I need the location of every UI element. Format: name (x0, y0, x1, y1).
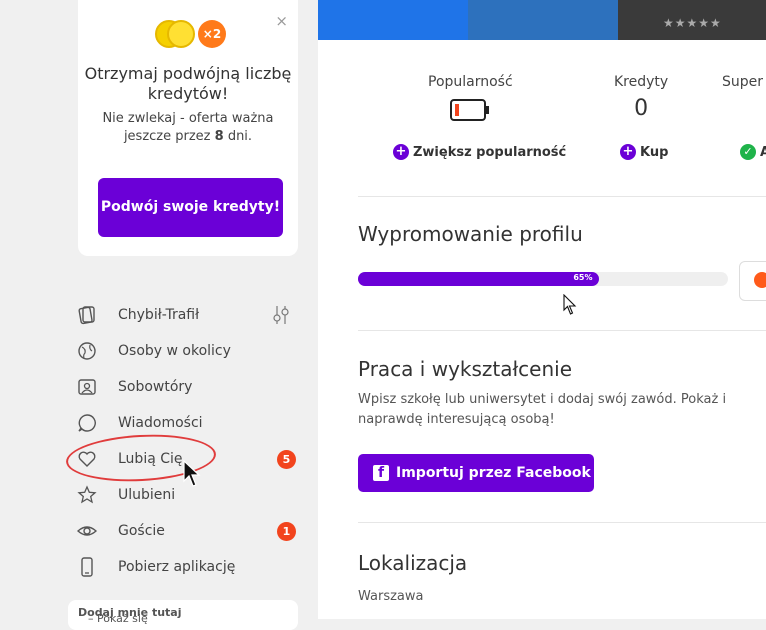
notification-badge: 5 (277, 450, 296, 469)
double-credits-button[interactable]: Podwój swoje kredyty! (98, 178, 283, 237)
divider (358, 196, 766, 197)
add-me-here-text: Dodaj mnie tutaj – Pokaż się (78, 606, 181, 625)
flame-icon (754, 272, 766, 288)
plus-icon: + (620, 144, 636, 160)
work-description: Wpisz szkołę lub uniwersytet i dodaj swó… (358, 392, 727, 427)
sidebar-item-messages[interactable]: Wiadomości (76, 405, 306, 441)
cards-icon (76, 304, 98, 326)
profile-main: ★★★★★ Popularność Kredyty 0 Super + Zwię… (318, 0, 766, 619)
buy-label: Kup (640, 144, 669, 160)
super-label: Super (722, 74, 764, 90)
sidebar-item-label: Goście (118, 523, 165, 539)
plus-icon: + (393, 144, 409, 160)
promo-desc-suffix: dni. (227, 129, 253, 144)
sidebar-item-label: Ulubieni (118, 487, 176, 503)
sidebar-item-label: Wiadomości (118, 415, 203, 431)
buy-credits-link[interactable]: + Kup (620, 144, 668, 160)
credits-value: 0 (634, 96, 649, 121)
promo-card: × ×2 Otrzymaj podwójną liczbę kredytów! … (78, 0, 298, 256)
add-me-here-card[interactable]: Dodaj mnie tutaj – Pokaż się (68, 600, 298, 630)
increase-popularity-link[interactable]: + Zwiększ popularność (393, 144, 566, 160)
lookalike-icon (76, 376, 98, 398)
banner-photo[interactable] (468, 0, 618, 40)
sidebar-item-chybil-trafil[interactable]: Chybił-Trafił (76, 297, 306, 333)
popularity-label: Popularność (428, 74, 513, 90)
sidebar-item-visitors[interactable]: Goście 1 (76, 513, 306, 549)
divider (358, 330, 766, 331)
eye-icon (76, 520, 98, 542)
sidebar-item-label: Pobierz aplikację (118, 559, 236, 575)
super-stat: Super (722, 74, 763, 90)
close-icon[interactable]: × (275, 12, 288, 30)
photo-banner: ★★★★★ (318, 0, 766, 40)
credits-label: Kredyty (614, 74, 669, 90)
sidebar-item-nearby[interactable]: Osoby w okolicy (76, 333, 306, 369)
divider (358, 522, 766, 523)
sidebar-item-label: Osoby w okolicy (118, 343, 231, 359)
progress-label: 65% (573, 273, 593, 282)
sidebar: × ×2 Otrzymaj podwójną liczbę kredytów! … (0, 0, 318, 630)
facebook-icon: f (373, 465, 389, 481)
activate-link[interactable]: ✓ A (740, 144, 766, 160)
import-facebook-button[interactable]: f Importuj przez Facebook (358, 454, 594, 492)
boost-button[interactable] (739, 261, 766, 301)
location-value: Warszawa (358, 589, 424, 604)
promo-days: 8 (214, 129, 224, 144)
coins-icon: ×2 (155, 18, 226, 50)
banner-photo[interactable] (318, 0, 468, 40)
battery-icon (428, 98, 513, 122)
check-icon: ✓ (740, 144, 756, 160)
sidebar-item-lookalikes[interactable]: Sobowtóry (76, 369, 306, 405)
sidebar-item-download-app[interactable]: Pobierz aplikację (76, 549, 306, 585)
popularity-stat: Popularność (428, 74, 513, 122)
notification-badge: 1 (277, 522, 296, 541)
mouse-cursor-icon (563, 293, 577, 320)
chat-icon (76, 412, 98, 434)
promo-title: Otrzymaj podwójną liczbę kredytów! (84, 64, 292, 103)
mouse-cursor-icon (183, 459, 201, 492)
filter-settings-icon[interactable] (272, 305, 290, 329)
promotion-progress-bar: 65% (358, 272, 728, 286)
promotion-title: Wypromowanie profilu (358, 222, 583, 246)
sidebar-item-label: Sobowtóry (118, 379, 193, 395)
phone-icon (76, 556, 98, 578)
credits-stat: Kredyty 0 (614, 74, 668, 121)
activate-label: A (760, 144, 766, 160)
globe-icon (76, 340, 98, 362)
work-title: Praca i wykształcenie (358, 357, 573, 381)
location-title: Lokalizacja (358, 551, 468, 575)
import-facebook-label: Importuj przez Facebook (396, 465, 591, 481)
increase-popularity-label: Zwiększ popularność (413, 144, 567, 160)
star-icon (76, 484, 98, 506)
multiplier-badge: ×2 (198, 20, 226, 48)
promotion-progress-fill: 65% (358, 272, 599, 286)
promo-description: Nie zwlekaj - oferta ważna jeszcze przez… (98, 110, 278, 146)
sidebar-item-label: Chybił-Trafił (118, 307, 200, 323)
rating-stars-icon: ★★★★★ (663, 16, 722, 30)
